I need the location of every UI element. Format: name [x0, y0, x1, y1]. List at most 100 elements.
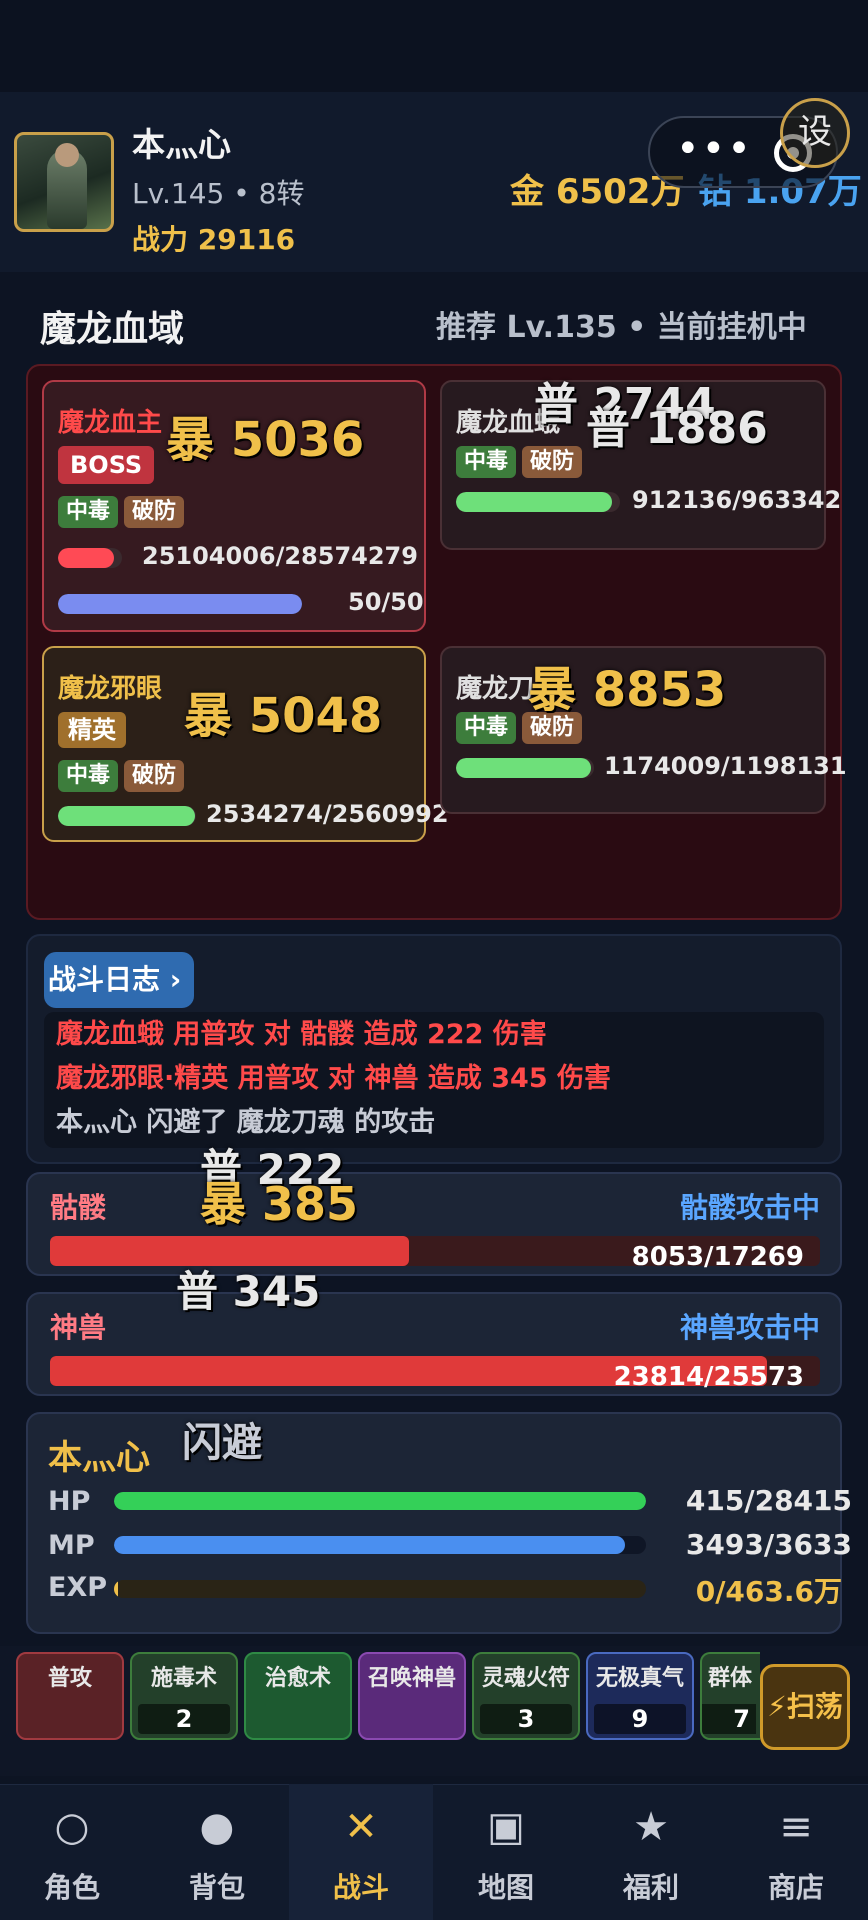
- break-tag: 破防: [124, 496, 185, 528]
- enemy-hp-bar: [456, 758, 594, 778]
- log-line: 魔龙邪眼·精英 用普攻 对 神兽 造成 345 伤害: [56, 1063, 612, 1094]
- damage-float: 普 1886: [586, 403, 768, 454]
- zone-title: 魔龙血域: [40, 309, 185, 350]
- exp-label: EXP: [48, 1572, 108, 1603]
- enemy-hp-bar: [58, 548, 122, 568]
- skill-label: 治愈术: [264, 1666, 331, 1691]
- skill-label: 普攻: [47, 1666, 92, 1691]
- nav-shop[interactable]: ≡ 商店: [724, 1784, 868, 1920]
- hero-mp-text: 3493/3633: [685, 1528, 852, 1561]
- enemy-mp-bar: [58, 594, 302, 614]
- nav-welfare[interactable]: ★ 福利: [579, 1784, 723, 1920]
- damage-float: 暴 5036: [166, 412, 365, 468]
- pet-state: 骷髅攻击中: [679, 1191, 820, 1224]
- enemy-hp-text: 1174009/1198131: [604, 752, 847, 780]
- poison-tag: 中毒: [456, 446, 517, 478]
- hero-hp-bar: [114, 1492, 646, 1510]
- battle-icon: ✕: [344, 1804, 378, 1850]
- player-avatar[interactable]: [14, 132, 114, 232]
- damage-float: 暴 5048: [184, 688, 383, 744]
- skill-poison[interactable]: 施毒术 2: [130, 1652, 238, 1740]
- nav-character[interactable]: ○ 角色: [0, 1784, 144, 1920]
- skill-count: 2: [138, 1704, 230, 1734]
- sweep-button[interactable]: ⚡扫荡: [760, 1664, 850, 1750]
- enemy-hp-bar: [456, 492, 620, 512]
- player-power: 战力 29116: [132, 223, 296, 256]
- skill-heal[interactable]: 治愈术: [244, 1652, 352, 1740]
- player-level: Lv.145 • 8转: [132, 177, 305, 210]
- map-icon: ▣: [487, 1804, 525, 1850]
- skill-label: 无极真气: [595, 1666, 684, 1691]
- skill-label: 施毒术: [150, 1666, 217, 1691]
- skill-count: 9: [594, 1704, 686, 1734]
- shop-icon: ≡: [779, 1804, 813, 1850]
- pet-card-divine-beast[interactable]: 神兽 神兽攻击中 23814/25573: [26, 1292, 842, 1396]
- enemy-name: 魔龙血主: [58, 408, 163, 438]
- nav-label: 福利: [622, 1871, 679, 1904]
- skill-infinite-qi[interactable]: 无极真气 9: [586, 1652, 694, 1740]
- enemy-name: 魔龙邪眼: [58, 674, 163, 704]
- skill-soul-talisman[interactable]: 灵魂火符 3: [472, 1652, 580, 1740]
- hp-label: HP: [48, 1486, 91, 1517]
- enemy-hp-text: 912136/963342: [632, 486, 842, 514]
- nav-label: 地图: [477, 1871, 534, 1904]
- character-icon: ○: [54, 1804, 90, 1850]
- pet-hp-text: 8053/17269: [631, 1242, 804, 1272]
- bag-icon: ●: [199, 1804, 235, 1850]
- break-tag: 破防: [124, 760, 185, 792]
- avatar-head: [55, 143, 79, 167]
- poison-tag: 中毒: [456, 712, 517, 744]
- nav-label: 角色: [43, 1871, 100, 1904]
- hero-mp-fill: [114, 1536, 625, 1554]
- hero-exp-text: 0/463.6万: [695, 1575, 842, 1608]
- log-line: 魔龙血蛾 用普攻 对 骷髅 造成 222 伤害: [56, 1019, 547, 1050]
- skill-count: 3: [480, 1704, 572, 1734]
- skill-label: 群体: [708, 1666, 753, 1691]
- enemy-hp-text: 25104006/28574279: [142, 542, 418, 570]
- welfare-icon: ★: [633, 1804, 669, 1850]
- hp-fill: [456, 492, 612, 512]
- mp-fill: [58, 594, 302, 614]
- skill-normal-attack[interactable]: 普攻: [16, 1652, 124, 1740]
- pet-card-skeleton[interactable]: 骷髅 骷髅攻击中 8053/17269: [26, 1172, 842, 1276]
- break-tag: 破防: [522, 446, 583, 478]
- nav-label: 背包: [188, 1871, 245, 1904]
- nav-label: 商店: [767, 1871, 824, 1904]
- skill-count: 7: [702, 1704, 756, 1734]
- zone-info: 推荐 Lv.135 • 当前挂机中: [436, 310, 807, 345]
- skill-group[interactable]: 群体 7: [700, 1652, 760, 1740]
- skill-summon-beast[interactable]: 召唤神兽: [358, 1652, 466, 1740]
- hero-name: 本灬心: [48, 1438, 150, 1478]
- boss-badge: BOSS: [58, 446, 155, 484]
- enemy-mp-text: 50/50: [348, 588, 424, 616]
- hp-fill: [58, 806, 195, 826]
- status-bar: [0, 0, 868, 92]
- pet-hp-text: 23814/25573: [613, 1362, 804, 1392]
- damage-float: 暴 8853: [528, 662, 727, 718]
- nav-battle[interactable]: ✕ 战斗: [289, 1784, 433, 1920]
- enemy-hp-text: 2534274/2560992: [206, 800, 449, 828]
- skill-label: 召唤神兽: [367, 1666, 456, 1691]
- skill-label: 灵魂火符: [481, 1666, 570, 1691]
- damage-float: 暴 385: [200, 1177, 359, 1231]
- mp-label: MP: [48, 1530, 95, 1561]
- pet-name: 神兽: [50, 1311, 107, 1344]
- hero-hp-fill: [114, 1492, 646, 1510]
- hero-exp-bar: [114, 1580, 646, 1598]
- more-menu-icon[interactable]: •••: [676, 126, 753, 172]
- nav-bag[interactable]: ● 背包: [145, 1784, 289, 1920]
- enemy-hp-bar: [58, 806, 196, 826]
- enemy-name: 魔龙刀: [456, 674, 535, 704]
- dodge-float: 闪避: [182, 1420, 262, 1466]
- hero-mp-bar: [114, 1536, 646, 1554]
- poison-tag: 中毒: [58, 496, 119, 528]
- hero-hp-text: 415/28415: [685, 1484, 852, 1517]
- log-line: 本灬心 闪避了 魔龙刀魂 的攻击: [56, 1107, 436, 1138]
- poison-tag: 中毒: [58, 760, 119, 792]
- player-name: 本灬心: [132, 125, 231, 164]
- pet-state: 神兽攻击中: [679, 1311, 820, 1344]
- nav-map[interactable]: ▣ 地图: [434, 1784, 578, 1920]
- hp-fill: [456, 758, 592, 778]
- battle-log-button[interactable]: 战斗日志 ›: [44, 952, 194, 1008]
- settings-button[interactable]: 设: [780, 98, 850, 168]
